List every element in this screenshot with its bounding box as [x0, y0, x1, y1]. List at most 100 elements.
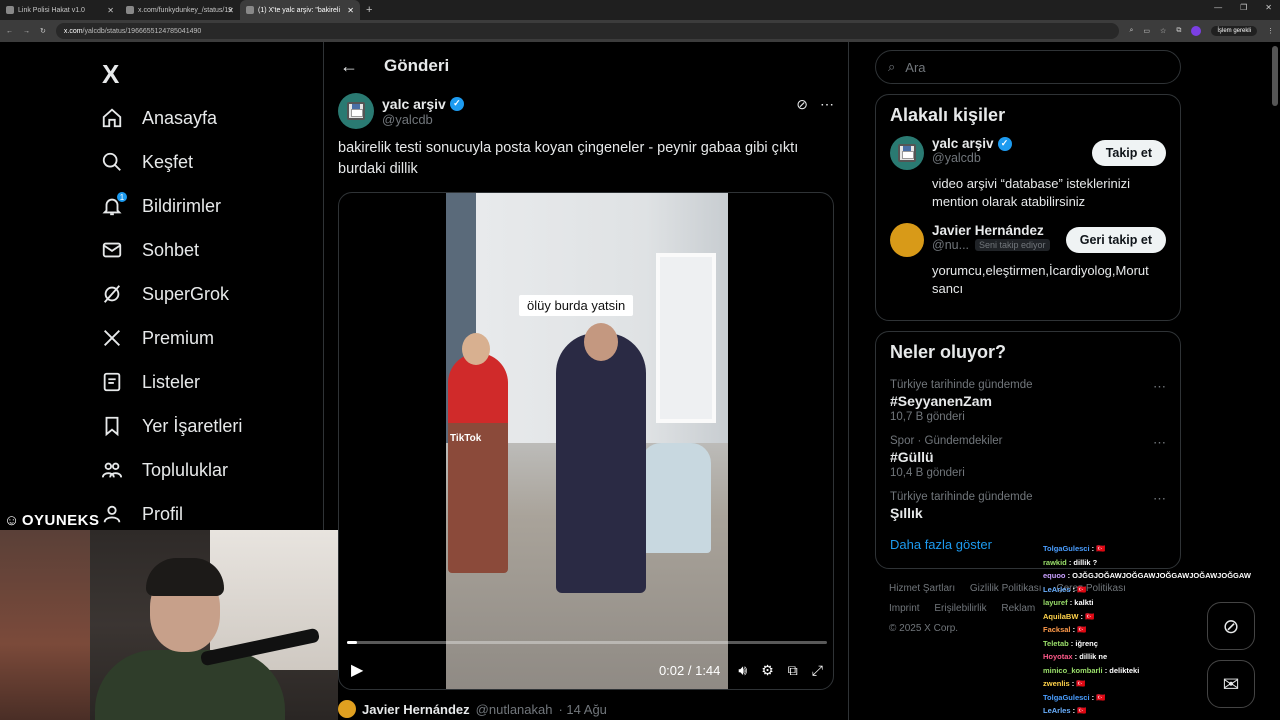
video-player[interactable]: ölüy burda yatsin TikTok ▶ 0:02 / 1:44 🔊… [338, 192, 834, 690]
pip-icon[interactable]: ⧉ [788, 662, 798, 679]
sidebar-item-label: SuperGrok [142, 283, 230, 304]
chat-text: : dillik ne [1072, 652, 1108, 661]
scrollbar[interactable] [1272, 46, 1278, 106]
zoom-icon[interactable]: ⌕ [1129, 27, 1133, 35]
x-logo[interactable]: X [102, 52, 320, 96]
chat-message: Teletab : iğrenç [1043, 637, 1280, 651]
webcam-overlay [0, 530, 338, 720]
video-progress-bar[interactable] [347, 641, 827, 644]
tab-favicon [6, 6, 14, 14]
avatar[interactable] [338, 93, 374, 129]
minimize-icon[interactable]: — [1214, 3, 1222, 12]
video-person-shape [448, 353, 508, 573]
chat-username: minico_kombarli [1043, 665, 1103, 675]
forward-icon[interactable]: → [23, 28, 30, 35]
sidebar-item-communities[interactable]: Topluluklar [100, 448, 320, 492]
sidebar-item-explore[interactable]: Keşfet [100, 140, 320, 184]
video-controls: ▶ 0:02 / 1:44 🔊︎ ⚙ ⧉ ⤢ [339, 655, 833, 685]
chat-username: layuref [1043, 598, 1068, 607]
related-person[interactable]: Javier Hernández @nu... Seni takip ediyor… [890, 223, 1166, 298]
related-people-card: Alakalı kişiler yalc arşiv ✓ @yalcdb vide… [875, 94, 1181, 321]
avatar[interactable] [890, 136, 924, 170]
trend-item[interactable]: Türkiye tarihinde gündemde #SeyyanenZam … [890, 373, 1166, 429]
search-input[interactable]: ⌕ Ara [875, 50, 1181, 84]
address-bar: ← → ↻ x.com/yalcdb/status/19666551247850… [0, 20, 1280, 42]
footer-link[interactable]: Hizmet Şartları [889, 583, 955, 594]
action-required-pill[interactable]: İşlem gerekli [1211, 26, 1257, 36]
browser-tab-bar: Link Polisi Hakat v1.0 ✕ x.com/funkydunke… [0, 0, 1280, 20]
footer-link[interactable]: Erişilebilirlik [934, 603, 986, 614]
trend-meta: Spor · Gündemdekiler [890, 435, 1003, 447]
settings-icon[interactable]: ⚙ [761, 662, 774, 679]
verified-badge-icon: ✓ [997, 136, 1012, 151]
browser-tab-1[interactable]: Link Polisi Hakat v1.0 ✕ [0, 0, 120, 20]
video-progress-fill [347, 641, 357, 644]
reload-icon[interactable]: ↻ [40, 27, 46, 35]
star-icon[interactable]: ☆ [1160, 27, 1166, 35]
browser-tab-3[interactable]: (1) X'te yalc arşiv: "bakireli ✕ [240, 0, 360, 20]
grok-icon[interactable]: ⊘ [796, 96, 808, 113]
maximize-icon[interactable]: ❐ [1240, 3, 1247, 12]
play-icon[interactable]: ▶ [351, 660, 363, 680]
browser-tab-2[interactable]: x.com/funkydunkey_/status/19 ✕ [120, 0, 240, 20]
url-path: /yalcdb/status/1966655124785041490 [82, 27, 202, 35]
sidebar-item-supergrok[interactable]: SuperGrok [100, 272, 320, 316]
avatar[interactable] [890, 223, 924, 257]
author-name[interactable]: yalc arşiv ✓ [382, 96, 464, 112]
chat-message: LeArles : 🇹🇷 [1043, 704, 1280, 718]
footer-link[interactable]: Reklam [1001, 603, 1035, 614]
cast-icon[interactable]: ▭ [1143, 27, 1150, 35]
card-title: Alakalı kişiler [890, 105, 1006, 125]
chat-username: zwenlis [1043, 679, 1070, 688]
reply-author-name[interactable]: Javier Hernández [362, 702, 470, 717]
video-person-shape [556, 333, 646, 593]
avatar[interactable] [338, 700, 356, 718]
close-icon[interactable]: ✕ [107, 6, 114, 15]
chat-username: TolgaGulesci [1043, 692, 1090, 702]
trend-item[interactable]: Spor · Gündemdekiler #Güllü 10,4 B gönde… [890, 429, 1166, 485]
url-field[interactable]: x.com/yalcdb/status/1966655124785041490 [55, 23, 1120, 39]
reply-preview[interactable]: Javier Hernández @nutlanakah · 14 Ağu [338, 700, 607, 718]
x-icon [100, 326, 124, 350]
back-arrow-icon[interactable]: ← [340, 56, 358, 77]
tab-title: x.com/funkydunkey_/status/19 [138, 6, 233, 14]
profile-avatar[interactable] [1191, 26, 1202, 36]
more-icon[interactable]: ⋯ [1153, 491, 1166, 507]
new-tab-button[interactable]: + [366, 4, 372, 16]
chat-message: TolgaGulesci : 🇹🇷 [1043, 691, 1280, 705]
chat-text: : OJĞGJOĞAWJOĞGAWJOĞGAWJOĞAWJOĞGAW [1065, 571, 1251, 580]
bookmark-icon [100, 414, 124, 438]
close-window-icon[interactable]: ✕ [1265, 3, 1272, 12]
volume-icon[interactable]: 🔊︎ [738, 662, 747, 679]
logo-figure-icon: ☺ [4, 512, 20, 529]
footer-link[interactable]: Imprint [889, 603, 920, 614]
reply-author-handle: @nutlanakah [475, 701, 553, 717]
sidebar-item-bookmarks[interactable]: Yer İşaretleri [100, 404, 320, 448]
follow-back-button[interactable]: Geri takip et [1065, 227, 1166, 253]
close-icon[interactable]: ✕ [347, 6, 354, 15]
close-icon[interactable]: ✕ [227, 6, 234, 15]
post-text-line: bakirelik testi sonucuyla posta koyan çi… [338, 140, 799, 156]
more-icon[interactable]: ⋯ [820, 96, 834, 113]
more-icon[interactable]: ⋯ [1153, 435, 1166, 451]
extensions-icon[interactable]: ⧉ [1176, 27, 1181, 35]
sidebar-item-premium[interactable]: Premium [100, 316, 320, 360]
search-icon [100, 150, 124, 174]
trend-item[interactable]: Türkiye tarihinde gündemde Şıllık ⋯ [890, 485, 1166, 527]
follow-button[interactable]: Takip et [1091, 140, 1166, 166]
sidebar-item-home[interactable]: Anasayfa [100, 96, 320, 140]
webcam-person-shape [95, 650, 285, 720]
more-icon[interactable]: ⋯ [1153, 379, 1166, 395]
back-icon[interactable]: ← [6, 28, 13, 35]
sidebar-item-label: Listeler [142, 371, 201, 392]
related-person[interactable]: yalc arşiv ✓ @yalcdb video arşivi “databa… [890, 136, 1166, 211]
sidebar-item-lists[interactable]: Listeler [100, 360, 320, 404]
sidebar-item-notifications[interactable]: 1 Bildirimler [100, 184, 320, 228]
menu-icon[interactable]: ⋮ [1267, 27, 1274, 35]
fullscreen-icon[interactable]: ⤢ [812, 662, 823, 679]
sidebar-item-label: Sohbet [142, 239, 200, 260]
author-handle[interactable]: @yalcdb [382, 112, 464, 127]
footer-link[interactable]: Gizlilik Politikası [970, 583, 1042, 594]
video-frame: ölüy burda yatsin TikTok [446, 193, 728, 689]
sidebar-item-chat[interactable]: Sohbet [100, 228, 320, 272]
